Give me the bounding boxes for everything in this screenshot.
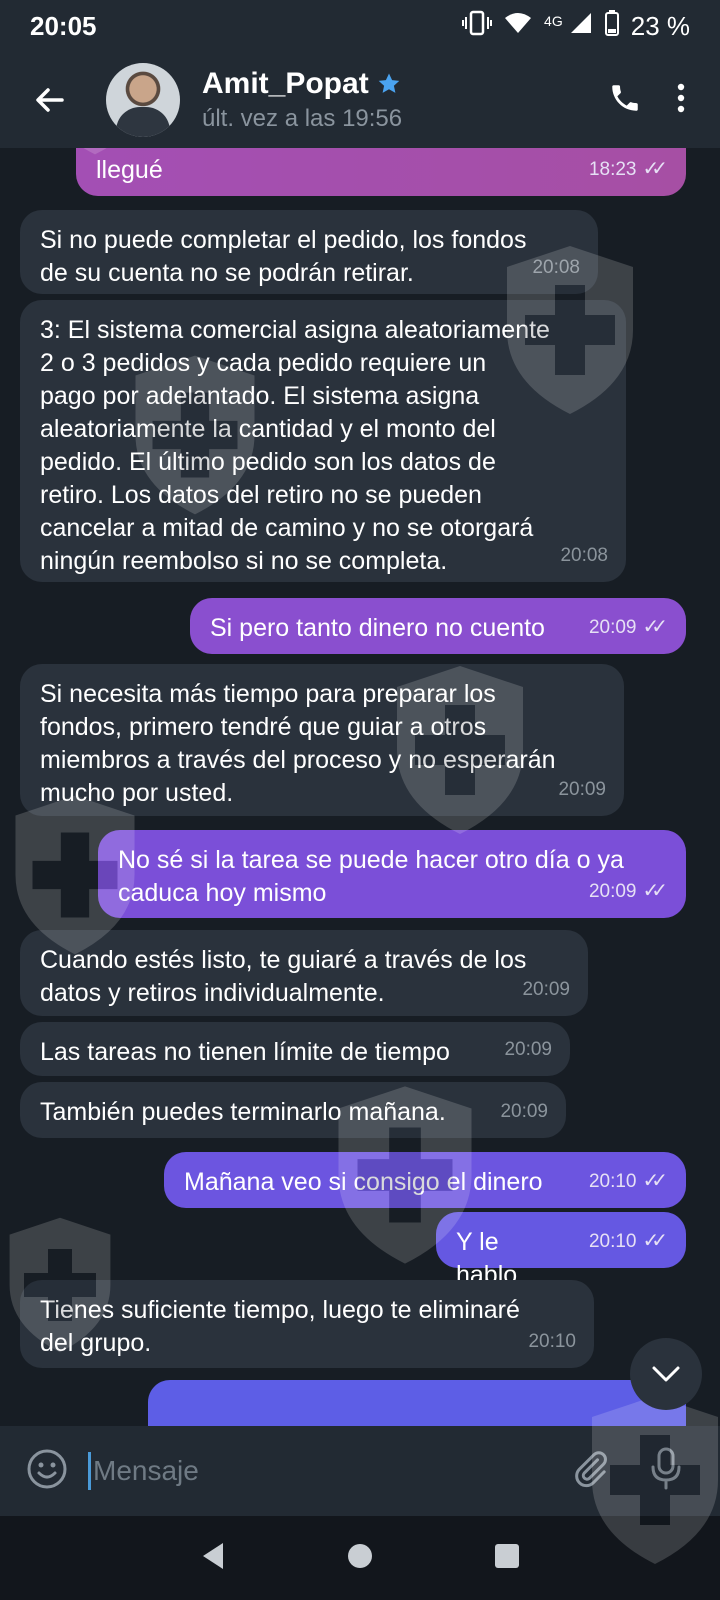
message-text: También puedes terminarlo mañana. (40, 1098, 446, 1126)
menu-button[interactable] (676, 82, 686, 119)
battery-level: 23 % (630, 10, 690, 41)
nav-back-button[interactable] (199, 1541, 227, 1576)
status-time: 20:05 (30, 10, 97, 41)
phone-icon (612, 84, 638, 111)
message-bubble-out[interactable]: Si pero tanto dinero no cuento 20:09 ✓✓ (190, 598, 686, 654)
signal-icon (569, 11, 593, 42)
double-check-icon: ✓✓ (642, 880, 667, 902)
message-time: 20:08 (532, 257, 580, 278)
message-time: 20:08 (560, 545, 608, 566)
message-time: 20:10 (528, 1331, 576, 1352)
double-check-icon: ✓✓ (642, 1170, 667, 1192)
system-navigation-bar (0, 1516, 720, 1600)
message-bubble-out-partial[interactable] (148, 1380, 686, 1426)
message-time: 20:09 (588, 881, 637, 902)
message-text: Cuando estés listo, te guiaré a través d… (40, 946, 527, 1007)
message-text: Las tareas no tienen límite de tiempo (40, 1038, 450, 1066)
call-button[interactable] (608, 81, 642, 120)
message-time: 20:09 (522, 979, 570, 1000)
status-icons: 4G 23 % (462, 9, 690, 43)
back-button[interactable] (30, 80, 70, 120)
nav-home-button[interactable] (346, 1542, 374, 1575)
scroll-down-button[interactable] (630, 1338, 702, 1410)
message-text: llegué (96, 156, 163, 184)
message-text: Tienes suficiente tiempo, luego te elimi… (40, 1296, 520, 1357)
microphone-icon (651, 1447, 681, 1489)
nav-recents-button[interactable] (493, 1542, 521, 1575)
triangle-back-icon (203, 1542, 224, 1569)
circle-home-icon (347, 1543, 372, 1568)
message-bubble-in[interactable]: Las tareas no tienen límite de tiempo 20… (20, 1022, 570, 1076)
message-bubble-in[interactable]: Cuando estés listo, te guiaré a través d… (20, 930, 588, 1016)
telegram-chat-screen: 20:05 4G 23 % Amit_Popat últ. vez a las … (0, 0, 720, 1600)
star-icon (378, 73, 399, 93)
contact-name: Amit_Popat (202, 67, 369, 100)
message-bubble-in[interactable]: Tienes suficiente tiempo, luego te elimi… (20, 1280, 594, 1368)
text-cursor (88, 1452, 91, 1490)
message-bubble-out[interactable]: No sé si la tarea se puede hacer otro dí… (98, 830, 686, 918)
message-bubble-out[interactable]: Y le hablo 20:10 ✓✓ (436, 1212, 686, 1289)
message-time: 18:23 (588, 159, 637, 180)
paperclip-icon (575, 1450, 607, 1487)
double-check-icon: ✓✓ (642, 616, 667, 638)
message-bubble-in[interactable]: Si necesita más tiempo para preparar los… (20, 664, 624, 816)
emoji-icon (27, 1449, 67, 1488)
last-seen: últ. vez a las 19:56 (202, 105, 403, 132)
message-bubble-out[interactable]: Mañana veo si consigo el dinero 20:10 ✓✓ (164, 1152, 686, 1208)
voice-message-button[interactable] (650, 1447, 682, 1496)
attach-button[interactable] (570, 1449, 610, 1494)
contact-info[interactable]: Amit_Popat últ. vez a las 19:56 (202, 67, 402, 133)
message-bubble-in[interactable]: 3: El sistema comercial asigna aleatoria… (20, 300, 626, 582)
message-time: 20:09 (558, 779, 606, 800)
emoji-button[interactable] (26, 1448, 68, 1495)
wifi-icon (504, 11, 532, 42)
arrow-left-icon (36, 88, 64, 112)
message-text: 3: El sistema comercial asigna aleatoria… (40, 316, 550, 575)
message-bubble-in[interactable]: También puedes terminarlo mañana. 20:09 (20, 1082, 566, 1138)
double-check-icon: ✓✓ (642, 158, 667, 180)
header-actions (608, 81, 686, 120)
message-bubble-out[interactable]: llegué 18:23 ✓✓ (76, 148, 686, 196)
message-text: Si no puede completar el pedido, los fon… (40, 226, 527, 287)
chat-header: Amit_Popat últ. vez a las 19:56 (0, 52, 720, 148)
message-input[interactable] (93, 1455, 513, 1487)
double-check-icon: ✓✓ (642, 1230, 667, 1252)
message-text: No sé si la tarea se puede hacer otro dí… (118, 846, 624, 907)
square-recents-icon (494, 1543, 519, 1568)
network-type: 4G (544, 13, 563, 29)
avatar[interactable] (106, 63, 180, 137)
more-vertical-icon (677, 83, 685, 112)
message-composer (0, 1426, 720, 1516)
message-time: 20:10 (588, 1231, 637, 1252)
message-text: Si necesita más tiempo para preparar los… (40, 680, 556, 807)
chevron-down-icon (652, 1366, 680, 1382)
message-time: 20:09 (504, 1039, 552, 1060)
message-list[interactable]: llegué 18:23 ✓✓ Si no puede completar el … (0, 148, 720, 1426)
vibrate-icon (462, 10, 493, 43)
message-time: 20:10 (588, 1171, 637, 1192)
message-time: 20:09 (500, 1101, 548, 1122)
battery-icon (604, 9, 619, 43)
status-bar: 20:05 4G 23 % (0, 0, 720, 52)
message-bubble-in[interactable]: Si no puede completar el pedido, los fon… (20, 210, 598, 294)
message-time: 20:09 (588, 617, 637, 638)
